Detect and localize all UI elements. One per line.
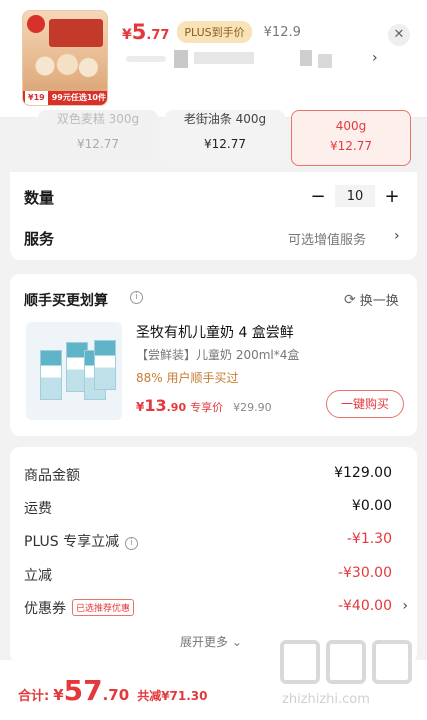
recommend-product-name[interactable]: 圣牧有机儿童奶 4 盒尝鲜	[136, 322, 294, 342]
refresh-button[interactable]: ⟳ 换一换	[344, 290, 399, 310]
recommend-card: 顺手买更划算 i ⟳ 换一换 圣牧有机儿童奶 4 盒尝鲜 【尝鲜装】儿童奶 20…	[10, 274, 417, 436]
price-decimal: .77	[146, 28, 170, 43]
variant-price: ¥12.77	[204, 137, 246, 151]
watermark-text: zhizhizhi.com	[282, 692, 370, 707]
plus-price-badge: PLUS到手价	[177, 21, 252, 43]
variant-option-selected[interactable]: 400g ¥12.77	[291, 110, 411, 166]
service-label: 服务	[24, 230, 55, 248]
price-integer: 13	[144, 396, 167, 415]
summary-label: 优惠券 已选推荐优惠	[24, 598, 135, 618]
summary-value: ¥129.00	[334, 465, 392, 481]
total-currency: ¥	[53, 686, 64, 704]
coupon-tag: 已选推荐优惠	[72, 599, 135, 616]
increase-button[interactable]: +	[381, 186, 403, 207]
chevron-right-icon: ›	[372, 50, 378, 66]
variant-price: ¥12.77	[77, 137, 119, 151]
refresh-icon: ⟳	[344, 291, 356, 308]
summary-label: PLUS 专享立减 i	[24, 531, 139, 551]
watermark-glyph	[372, 640, 412, 684]
variant-price: ¥12.77	[330, 139, 372, 153]
quantity-label: 数量	[24, 189, 55, 207]
service-value[interactable]: 可选增值服务	[288, 229, 366, 248]
chevron-right-icon[interactable]: ›	[394, 228, 400, 244]
summary-value: -¥30.00	[337, 565, 392, 581]
blurred-text	[318, 54, 332, 68]
chevron-right-icon[interactable]: ›	[402, 598, 408, 614]
price-currency: ¥	[122, 27, 132, 43]
recommend-product-spec: 【尝鲜装】儿童奶 200ml*4盒	[136, 348, 300, 362]
product-thumbnail: ¥19 99元任选10件	[22, 10, 108, 106]
blurred-text	[300, 50, 312, 66]
summary-row-coupon[interactable]: 优惠券 已选推荐优惠 -¥40.00 ›	[24, 598, 408, 618]
refresh-label: 换一换	[359, 294, 399, 309]
expand-more-link[interactable]: 展开更多 ⌄	[180, 633, 242, 650]
summary-value: -¥1.30	[346, 531, 392, 547]
milk-carton	[94, 340, 116, 390]
thumbnail-promo-text: 99元任选10件	[51, 93, 106, 102]
variant-options: 双色麦糕 300g ¥12.77 老街油条 400g ¥12.77 400g ¥…	[10, 110, 417, 172]
total-integer: 57	[63, 674, 103, 707]
watermark-glyph	[280, 640, 320, 684]
variant-option[interactable]: 老街油条 400g ¥12.77	[165, 110, 285, 166]
variant-name: 老街油条 400g	[183, 112, 267, 126]
variant-name: 双色麦糕 300g	[56, 112, 140, 126]
close-button[interactable]: ✕	[388, 24, 410, 46]
one-click-buy-button[interactable]: 一键购买	[326, 390, 404, 418]
decrease-button[interactable]: −	[307, 186, 329, 207]
summary-label: 运费	[24, 501, 52, 517]
brand-logo-icon	[27, 15, 45, 33]
quantity-input[interactable]	[335, 185, 375, 207]
blurred-text	[194, 52, 254, 64]
recommend-product-image[interactable]	[26, 322, 122, 420]
summary-row-instant-discount: 立减 -¥30.00	[24, 565, 404, 585]
summary-row-goods: 商品金额 ¥129.00	[24, 465, 404, 485]
original-price: ¥12.9	[263, 25, 301, 40]
variant-name: 400g	[335, 119, 367, 133]
price-decimal: .90	[166, 401, 187, 414]
package-box	[49, 19, 103, 47]
blurred-text	[174, 50, 188, 68]
price-breakdown-card: 商品金额 ¥129.00 运费 ¥0.00 PLUS 专享立减 i -¥1.30 …	[10, 447, 417, 663]
watermark: zhizhizhi.com	[278, 640, 418, 715]
watermark-glyph	[326, 640, 366, 684]
selected-spec-row[interactable]: ›	[122, 50, 392, 70]
quantity-service-card: 数量 − + 服务 可选增值服务 ›	[10, 172, 417, 260]
quantity-stepper: − +	[307, 185, 403, 207]
recommend-buy-percent: 88% 用户顺手买过	[136, 371, 239, 385]
exclusive-price-tag: 专享价	[190, 401, 224, 414]
buns-image	[31, 51, 101, 81]
total-decimal: .70	[102, 686, 130, 704]
summary-row-shipping: 运费 ¥0.00	[24, 498, 404, 518]
recommend-title: 顺手买更划算	[24, 293, 108, 309]
price-currency: ¥	[136, 400, 145, 414]
summary-label-text: 优惠券	[24, 601, 66, 617]
variant-option-disabled[interactable]: 双色麦糕 300g ¥12.77	[38, 110, 158, 166]
blurred-text	[126, 56, 166, 62]
price-row: ¥ 5 .77 PLUS到手价 ¥12.9	[122, 20, 301, 44]
info-icon[interactable]: i	[130, 291, 143, 304]
summary-label: 立减	[24, 568, 52, 584]
recommend-price-row: ¥ 13 .90 专享价 ¥29.90	[136, 396, 272, 415]
total-saved: 共减¥71.30	[137, 689, 208, 703]
summary-row-plus-discount: PLUS 专享立减 i -¥1.30	[24, 531, 404, 551]
summary-label: 商品金额	[24, 468, 80, 484]
price-integer: 5	[131, 20, 147, 44]
total-row: 合计: ¥ 57 .70 共减¥71.30	[18, 674, 208, 707]
original-price: ¥29.90	[233, 401, 272, 414]
summary-value: -¥40.00	[337, 598, 392, 614]
summary-label-text: PLUS 专享立减	[24, 534, 120, 550]
total-label: 合计:	[18, 689, 50, 704]
info-icon[interactable]: i	[125, 537, 139, 550]
product-header: ¥19 99元任选10件 ¥ 5 .77 PLUS到手价 ¥12.9 › ✕	[0, 0, 427, 118]
thumbnail-promo-price: ¥19	[25, 91, 48, 105]
thumbnail-promo-strip: ¥19 99元任选10件	[23, 91, 107, 105]
milk-carton	[40, 350, 62, 400]
summary-value: ¥0.00	[351, 498, 392, 514]
